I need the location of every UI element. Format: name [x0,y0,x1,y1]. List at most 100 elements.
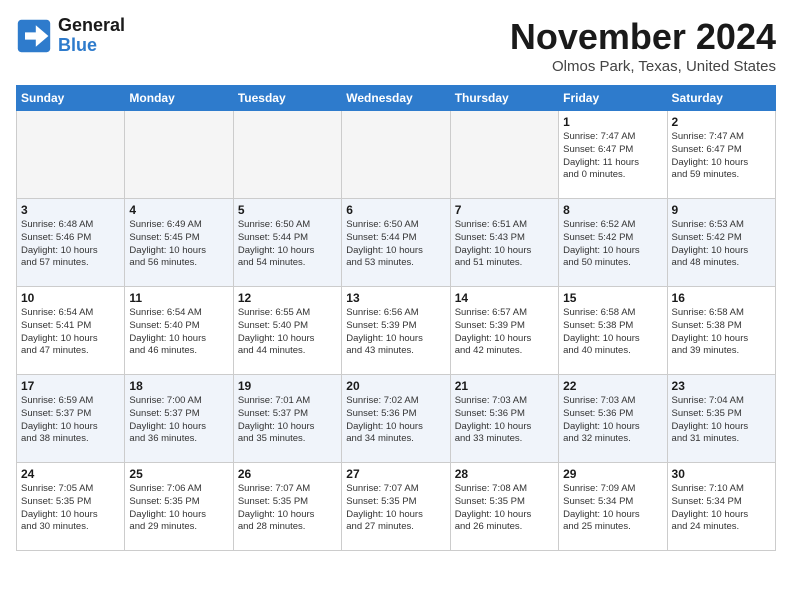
day-number: 14 [455,291,554,305]
calendar-cell: 8 Sunrise: 6:52 AM Sunset: 5:42 PM Daylig… [559,199,667,287]
calendar-cell: 4Sunrise: 6:49 AM Sunset: 5:45 PM Daylig… [125,199,233,287]
day-number: 12 [238,291,337,305]
day-info: Sunrise: 6:51 AM Sunset: 5:43 PM Dayligh… [455,219,554,270]
calendar-cell: 16 Sunrise: 6:58 AM Sunset: 5:38 PM Dayli… [667,287,775,375]
day-info: Sunrise: 6:50 AM Sunset: 5:44 PM Dayligh… [346,219,445,270]
day-number: 16 [672,291,771,305]
calendar-cell: 26Sunrise: 7:07 AM Sunset: 5:35 PM Dayli… [233,463,341,551]
day-number: 8 [563,203,662,217]
weekday-header-sunday: Sunday [17,86,125,111]
weekday-header-saturday: Saturday [667,86,775,111]
day-info: Sunrise: 7:07 AM Sunset: 5:35 PM Dayligh… [346,483,445,534]
day-number: 18 [129,379,228,393]
header: General Blue November 2024 Olmos Park, T… [16,16,776,75]
calendar-cell: 10Sunrise: 6:54 AM Sunset: 5:41 PM Dayli… [17,287,125,375]
calendar-cell: 1 Sunrise: 7:47 AM Sunset: 6:47 PM Daylig… [559,111,667,199]
calendar-cell: 18 Sunrise: 7:00 AM Sunset: 5:37 PM Dayli… [125,375,233,463]
day-info: Sunrise: 7:09 AM Sunset: 5:34 PM Dayligh… [563,483,662,534]
day-number: 21 [455,379,554,393]
day-info: Sunrise: 6:58 AM Sunset: 5:38 PM Dayligh… [672,307,771,358]
calendar-cell: 7 Sunrise: 6:51 AM Sunset: 5:43 PM Daylig… [450,199,558,287]
calendar-cell: 13 Sunrise: 6:56 AM Sunset: 5:39 PM Dayli… [342,287,450,375]
weekday-header-row: SundayMondayTuesdayWednesdayThursdayFrid… [17,86,776,111]
day-info: Sunrise: 6:50 AM Sunset: 5:44 PM Dayligh… [238,219,337,270]
day-info: Sunrise: 6:56 AM Sunset: 5:39 PM Dayligh… [346,307,445,358]
day-info: Sunrise: 6:53 AM Sunset: 5:42 PM Dayligh… [672,219,771,270]
week-row-2: 3Sunrise: 6:48 AM Sunset: 5:46 PM Daylig… [17,199,776,287]
day-number: 4 [129,203,228,217]
calendar-cell: 20 Sunrise: 7:02 AM Sunset: 5:36 PM Dayli… [342,375,450,463]
day-number: 1 [563,115,662,129]
weekday-header-friday: Friday [559,86,667,111]
day-number: 13 [346,291,445,305]
day-number: 6 [346,203,445,217]
title-area: November 2024 Olmos Park, Texas, United … [510,16,776,75]
weekday-header-thursday: Thursday [450,86,558,111]
day-info: Sunrise: 7:06 AM Sunset: 5:35 PM Dayligh… [129,483,228,534]
day-info: Sunrise: 6:52 AM Sunset: 5:42 PM Dayligh… [563,219,662,270]
day-info: Sunrise: 7:10 AM Sunset: 5:34 PM Dayligh… [672,483,771,534]
day-number: 23 [672,379,771,393]
month-title: November 2024 [510,16,776,58]
calendar-cell: 24 Sunrise: 7:05 AM Sunset: 5:35 PM Dayli… [17,463,125,551]
calendar-cell: 29Sunrise: 7:09 AM Sunset: 5:34 PM Dayli… [559,463,667,551]
day-info: Sunrise: 7:02 AM Sunset: 5:36 PM Dayligh… [346,395,445,446]
day-number: 24 [21,467,120,481]
calendar-cell: 17Sunrise: 6:59 AM Sunset: 5:37 PM Dayli… [17,375,125,463]
day-number: 19 [238,379,337,393]
week-row-3: 10Sunrise: 6:54 AM Sunset: 5:41 PM Dayli… [17,287,776,375]
day-info: Sunrise: 7:04 AM Sunset: 5:35 PM Dayligh… [672,395,771,446]
weekday-header-tuesday: Tuesday [233,86,341,111]
calendar-table: SundayMondayTuesdayWednesdayThursdayFrid… [16,85,776,551]
week-row-4: 17Sunrise: 6:59 AM Sunset: 5:37 PM Dayli… [17,375,776,463]
weekday-header-monday: Monday [125,86,233,111]
calendar-cell [125,111,233,199]
day-info: Sunrise: 7:03 AM Sunset: 5:36 PM Dayligh… [563,395,662,446]
day-info: Sunrise: 7:47 AM Sunset: 6:47 PM Dayligh… [672,131,771,182]
day-number: 10 [21,291,120,305]
calendar-cell: 28Sunrise: 7:08 AM Sunset: 5:35 PM Dayli… [450,463,558,551]
day-number: 9 [672,203,771,217]
week-row-5: 24 Sunrise: 7:05 AM Sunset: 5:35 PM Dayli… [17,463,776,551]
calendar-cell: 21 Sunrise: 7:03 AM Sunset: 5:36 PM Dayli… [450,375,558,463]
day-info: Sunrise: 7:01 AM Sunset: 5:37 PM Dayligh… [238,395,337,446]
day-number: 15 [563,291,662,305]
calendar-cell: 25 Sunrise: 7:06 AM Sunset: 5:35 PM Dayli… [125,463,233,551]
day-number: 27 [346,467,445,481]
location: Olmos Park, Texas, United States [510,58,776,75]
day-info: Sunrise: 7:05 AM Sunset: 5:35 PM Dayligh… [21,483,120,534]
day-info: Sunrise: 6:55 AM Sunset: 5:40 PM Dayligh… [238,307,337,358]
logo-text: General Blue [58,16,125,56]
day-info: Sunrise: 6:54 AM Sunset: 5:40 PM Dayligh… [129,307,228,358]
calendar-cell: 23 Sunrise: 7:04 AM Sunset: 5:35 PM Dayli… [667,375,775,463]
day-number: 20 [346,379,445,393]
day-number: 7 [455,203,554,217]
day-info: Sunrise: 7:07 AM Sunset: 5:35 PM Dayligh… [238,483,337,534]
logo-line1: General [58,16,125,36]
calendar-cell [342,111,450,199]
day-number: 28 [455,467,554,481]
day-number: 25 [129,467,228,481]
calendar-cell [450,111,558,199]
day-info: Sunrise: 7:47 AM Sunset: 6:47 PM Dayligh… [563,131,662,182]
day-info: Sunrise: 6:57 AM Sunset: 5:39 PM Dayligh… [455,307,554,358]
calendar-cell: 19 Sunrise: 7:01 AM Sunset: 5:37 PM Dayli… [233,375,341,463]
calendar-cell: 5 Sunrise: 6:50 AM Sunset: 5:44 PM Daylig… [233,199,341,287]
day-info: Sunrise: 7:03 AM Sunset: 5:36 PM Dayligh… [455,395,554,446]
calendar-cell: 12 Sunrise: 6:55 AM Sunset: 5:40 PM Dayli… [233,287,341,375]
day-number: 11 [129,291,228,305]
calendar-cell [17,111,125,199]
day-info: Sunrise: 7:00 AM Sunset: 5:37 PM Dayligh… [129,395,228,446]
logo-icon [16,18,52,54]
day-number: 22 [563,379,662,393]
day-number: 17 [21,379,120,393]
calendar-cell: 11 Sunrise: 6:54 AM Sunset: 5:40 PM Dayli… [125,287,233,375]
week-row-1: 1 Sunrise: 7:47 AM Sunset: 6:47 PM Daylig… [17,111,776,199]
day-info: Sunrise: 6:48 AM Sunset: 5:46 PM Dayligh… [21,219,120,270]
day-number: 2 [672,115,771,129]
calendar-cell: 14 Sunrise: 6:57 AM Sunset: 5:39 PM Dayli… [450,287,558,375]
day-number: 5 [238,203,337,217]
logo-line2: Blue [58,36,125,56]
weekday-header-wednesday: Wednesday [342,86,450,111]
calendar-cell: 9 Sunrise: 6:53 AM Sunset: 5:42 PM Daylig… [667,199,775,287]
